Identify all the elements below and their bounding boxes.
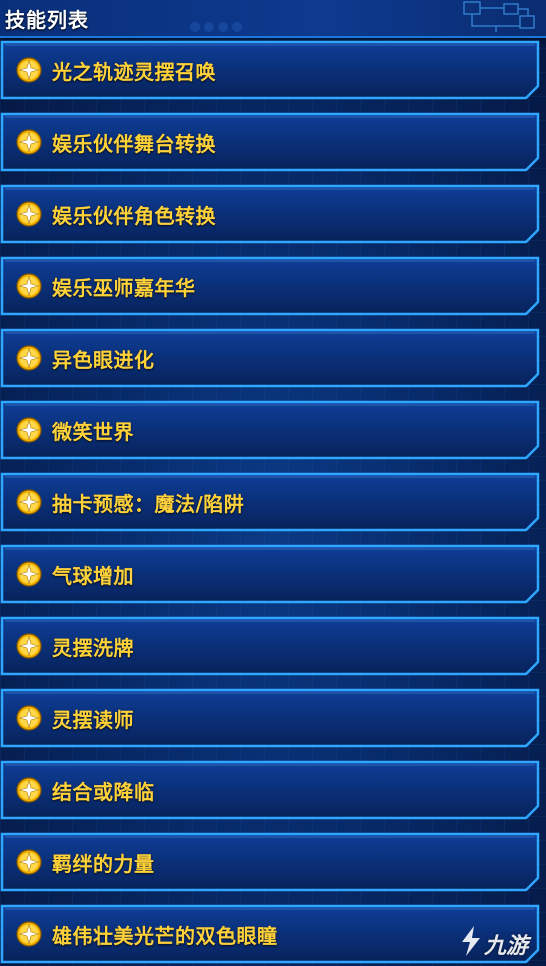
skill-label: 娱乐巫师嘉年华	[52, 276, 196, 300]
skill-label: 灵摆读师	[52, 708, 134, 732]
circuit-decoration-icon	[463, 1, 535, 32]
page-title: 技能列表	[5, 8, 89, 32]
skill-label: 羁绊的力量	[52, 852, 155, 876]
star-medallion-icon	[16, 273, 42, 299]
watermark: 九游	[456, 920, 546, 962]
skill-list-item[interactable]: 娱乐伙伴舞台转换	[0, 112, 540, 172]
skill-label: 微笑世界	[52, 420, 134, 444]
skill-list-item[interactable]: 娱乐伙伴角色转换	[0, 184, 540, 244]
skill-list-item[interactable]: 抽卡预感：魔法/陷阱	[0, 472, 540, 532]
star-medallion-icon	[16, 129, 42, 155]
star-medallion-icon	[16, 345, 42, 371]
skill-list-item[interactable]: 气球增加	[0, 544, 540, 604]
header-decoration-dots	[190, 22, 250, 34]
skill-list-item[interactable]: 羁绊的力量	[0, 832, 540, 892]
star-medallion-icon	[16, 705, 42, 731]
watermark-text: 九游	[484, 934, 529, 959]
skill-label: 娱乐伙伴舞台转换	[52, 132, 216, 156]
star-medallion-icon	[16, 57, 42, 83]
skill-list-item[interactable]: 结合或降临	[0, 760, 540, 820]
star-medallion-icon	[16, 561, 42, 587]
star-medallion-icon	[16, 489, 42, 515]
logo-icon	[462, 926, 480, 956]
header-bar: 技能列表	[0, 0, 546, 38]
skill-label: 灵摆洗牌	[52, 636, 134, 660]
skill-label: 抽卡预感：魔法/陷阱	[52, 492, 245, 516]
skill-list-item[interactable]: 光之轨迹灵摆召唤	[0, 40, 540, 100]
skill-label: 异色眼进化	[52, 348, 155, 372]
skill-list-item[interactable]: 灵摆洗牌	[0, 616, 540, 676]
star-medallion-icon	[16, 417, 42, 443]
skill-label: 光之轨迹灵摆召唤	[52, 60, 216, 84]
skill-list-item[interactable]: 灵摆读师	[0, 688, 540, 748]
skill-label: 气球增加	[52, 564, 134, 588]
star-medallion-icon	[16, 633, 42, 659]
star-medallion-icon	[16, 777, 42, 803]
skill-list-item[interactable]: 微笑世界	[0, 400, 540, 460]
skill-list-item[interactable]: 娱乐巫师嘉年华	[0, 256, 540, 316]
skill-label: 结合或降临	[52, 780, 155, 804]
skill-label: 娱乐伙伴角色转换	[52, 204, 216, 228]
star-medallion-icon	[16, 201, 42, 227]
skill-label: 雄伟壮美光芒的双色眼瞳	[52, 924, 278, 948]
skill-list-item[interactable]: 异色眼进化	[0, 328, 540, 388]
star-medallion-icon	[16, 921, 42, 947]
star-medallion-icon	[16, 849, 42, 875]
